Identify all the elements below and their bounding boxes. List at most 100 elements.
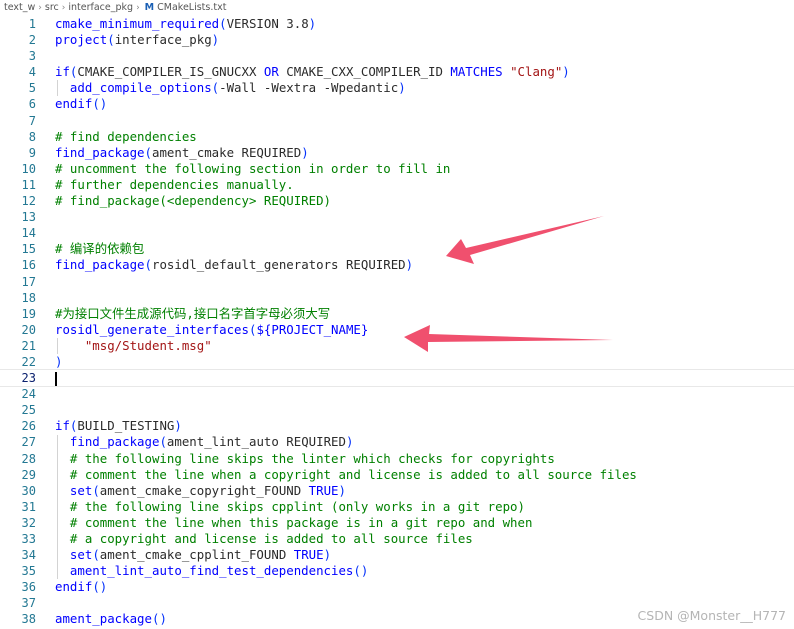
- breadcrumb: text_w › src › interface_pkg › M CMakeLists.txt: [0, 0, 794, 15]
- line-number: 13: [21, 210, 36, 225]
- line-number: 38: [21, 612, 36, 627]
- line-number: 26: [21, 419, 36, 434]
- line-number: 35: [21, 564, 36, 579]
- code-line[interactable]: 19 #为接口文件生成源代码,接口名字首字母必须大写: [0, 306, 794, 322]
- code-line[interactable]: 15 # 编译的依赖包: [0, 241, 794, 257]
- code-text[interactable]: cmake_minimum_required(VERSION 3.8): [55, 16, 316, 32]
- line-number: 25: [21, 403, 36, 418]
- line-number: 5: [28, 81, 36, 96]
- breadcrumb-src[interactable]: src: [45, 0, 59, 15]
- line-number: 12: [21, 194, 36, 209]
- code-text[interactable]: ament_package(): [55, 611, 167, 627]
- code-text[interactable]: # comment the line when a copyright and …: [55, 467, 637, 483]
- line-number: 8: [28, 129, 36, 144]
- code-line[interactable]: 35 ament_lint_auto_find_test_dependencie…: [0, 563, 794, 579]
- code-text[interactable]: # uncomment the following section in ord…: [55, 161, 450, 177]
- code-line[interactable]: 6 endif(): [0, 96, 794, 112]
- code-line[interactable]: 26 if(BUILD_TESTING): [0, 418, 794, 434]
- code-line[interactable]: 13: [0, 209, 794, 225]
- code-line[interactable]: 32 # comment the line when this package …: [0, 515, 794, 531]
- line-number: 29: [21, 467, 36, 482]
- line-number: 4: [28, 65, 36, 80]
- code-line[interactable]: 8 # find dependencies: [0, 129, 794, 145]
- code-editor[interactable]: 1 cmake_minimum_required(VERSION 3.8) 2 pro…: [0, 16, 794, 628]
- line-number: 24: [21, 387, 36, 402]
- line-number: 2: [28, 33, 36, 48]
- code-text[interactable]: rosidl_generate_interfaces(${PROJECT_NAM…: [55, 322, 368, 338]
- code-text[interactable]: project(interface_pkg): [55, 32, 219, 48]
- code-line[interactable]: 18: [0, 290, 794, 306]
- line-number: 36: [21, 580, 36, 595]
- code-text[interactable]: set(ament_cmake_cpplint_FOUND TRUE): [55, 547, 331, 563]
- code-line[interactable]: 36 endif(): [0, 579, 794, 595]
- line-number: 22: [21, 354, 36, 369]
- indent-guide: [57, 434, 58, 580]
- code-text[interactable]: ): [55, 354, 62, 370]
- code-line[interactable]: 7: [0, 113, 794, 129]
- code-text[interactable]: # the following line skips cpplint (only…: [55, 499, 525, 515]
- line-number: 1: [28, 17, 36, 31]
- code-line[interactable]: 20 rosidl_generate_interfaces(${PROJECT_N…: [0, 322, 794, 338]
- code-line[interactable]: 17: [0, 274, 794, 290]
- code-text[interactable]: [55, 370, 57, 386]
- line-number: 18: [21, 290, 36, 305]
- code-line[interactable]: 9 find_package(ament_cmake REQUIRED): [0, 145, 794, 161]
- code-text[interactable]: find_package(rosidl_default_generators R…: [55, 257, 413, 273]
- code-text[interactable]: set(ament_cmake_copyright_FOUND TRUE): [55, 483, 346, 499]
- watermark: CSDN @Monster__H777: [637, 608, 786, 623]
- line-number: 7: [28, 113, 36, 128]
- code-text[interactable]: ament_lint_auto_find_test_dependencies(): [55, 563, 368, 579]
- code-text[interactable]: # 编译的依赖包: [55, 241, 144, 257]
- line-number: 10: [21, 161, 36, 176]
- code-line[interactable]: 2 project(interface_pkg): [0, 32, 794, 48]
- indent-guide: [57, 80, 58, 97]
- breadcrumb-folder[interactable]: text_w: [0, 0, 35, 15]
- code-line[interactable]: 14: [0, 225, 794, 241]
- code-text[interactable]: find_package(ament_lint_auto REQUIRED): [55, 434, 354, 450]
- code-text[interactable]: # further dependencies manually.: [55, 177, 294, 193]
- code-line[interactable]: 11 # further dependencies manually.: [0, 177, 794, 193]
- line-number: 37: [21, 596, 36, 611]
- code-text[interactable]: find_package(ament_cmake REQUIRED): [55, 145, 309, 161]
- code-line[interactable]: 10 # uncomment the following section in o…: [0, 161, 794, 177]
- code-text[interactable]: add_compile_options(-Wall -Wextra -Wpeda…: [55, 80, 406, 96]
- code-line[interactable]: 27 find_package(ament_lint_auto REQUIRED…: [0, 434, 794, 450]
- code-line[interactable]: 23: [0, 369, 794, 388]
- code-text[interactable]: # find_package(<dependency> REQUIRED): [55, 193, 331, 209]
- code-text[interactable]: #为接口文件生成源代码,接口名字首字母必须大写: [55, 306, 330, 322]
- code-line[interactable]: 24: [0, 386, 794, 402]
- code-text[interactable]: # the following line skips the linter wh…: [55, 451, 555, 467]
- code-line[interactable]: 28 # the following line skips the linter…: [0, 451, 794, 467]
- code-line[interactable]: 21 "msg/Student.msg": [0, 338, 794, 354]
- line-number: 3: [28, 49, 36, 64]
- line-number: 16: [21, 258, 36, 273]
- code-line[interactable]: 4 if(CMAKE_COMPILER_IS_GNUCXX OR CMAKE_CX…: [0, 64, 794, 80]
- code-line[interactable]: 31 # the following line skips cpplint (o…: [0, 499, 794, 515]
- chevron-right-icon: ›: [136, 3, 140, 13]
- code-line[interactable]: 3: [0, 48, 794, 64]
- code-text[interactable]: "msg/Student.msg": [55, 338, 212, 354]
- breadcrumb-package[interactable]: interface_pkg: [68, 0, 133, 15]
- code-line[interactable]: 12 # find_package(<dependency> REQUIRED): [0, 193, 794, 209]
- breadcrumb-file[interactable]: CMakeLists.txt: [157, 0, 226, 15]
- code-line[interactable]: 30 set(ament_cmake_copyright_FOUND TRUE): [0, 483, 794, 499]
- code-line[interactable]: 22): [0, 354, 794, 370]
- code-text[interactable]: endif(): [55, 579, 107, 595]
- code-line[interactable]: 29 # comment the line when a copyright a…: [0, 467, 794, 483]
- code-text[interactable]: if(BUILD_TESTING): [55, 418, 182, 434]
- code-text[interactable]: # a copyright and license is added to al…: [55, 531, 473, 547]
- cmake-file-icon: M: [144, 2, 155, 13]
- code-text[interactable]: # comment the line when this package is …: [55, 515, 533, 531]
- code-line[interactable]: 34 set(ament_cmake_cpplint_FOUND TRUE): [0, 547, 794, 563]
- code-line[interactable]: 5 add_compile_options(-Wall -Wextra -Wpe…: [0, 80, 794, 96]
- code-line[interactable]: 25: [0, 402, 794, 418]
- text-cursor: [55, 371, 57, 386]
- code-line[interactable]: 16 find_package(rosidl_default_generators…: [0, 257, 794, 273]
- indent-guide: [57, 338, 58, 355]
- code-text[interactable]: # find dependencies: [55, 129, 197, 145]
- code-line[interactable]: 33 # a copyright and license is added to…: [0, 531, 794, 547]
- code-text[interactable]: if(CMAKE_COMPILER_IS_GNUCXX OR CMAKE_CXX…: [55, 64, 570, 80]
- code-text[interactable]: endif(): [55, 96, 107, 112]
- code-line[interactable]: 1 cmake_minimum_required(VERSION 3.8): [0, 16, 794, 32]
- line-number: 31: [21, 499, 36, 514]
